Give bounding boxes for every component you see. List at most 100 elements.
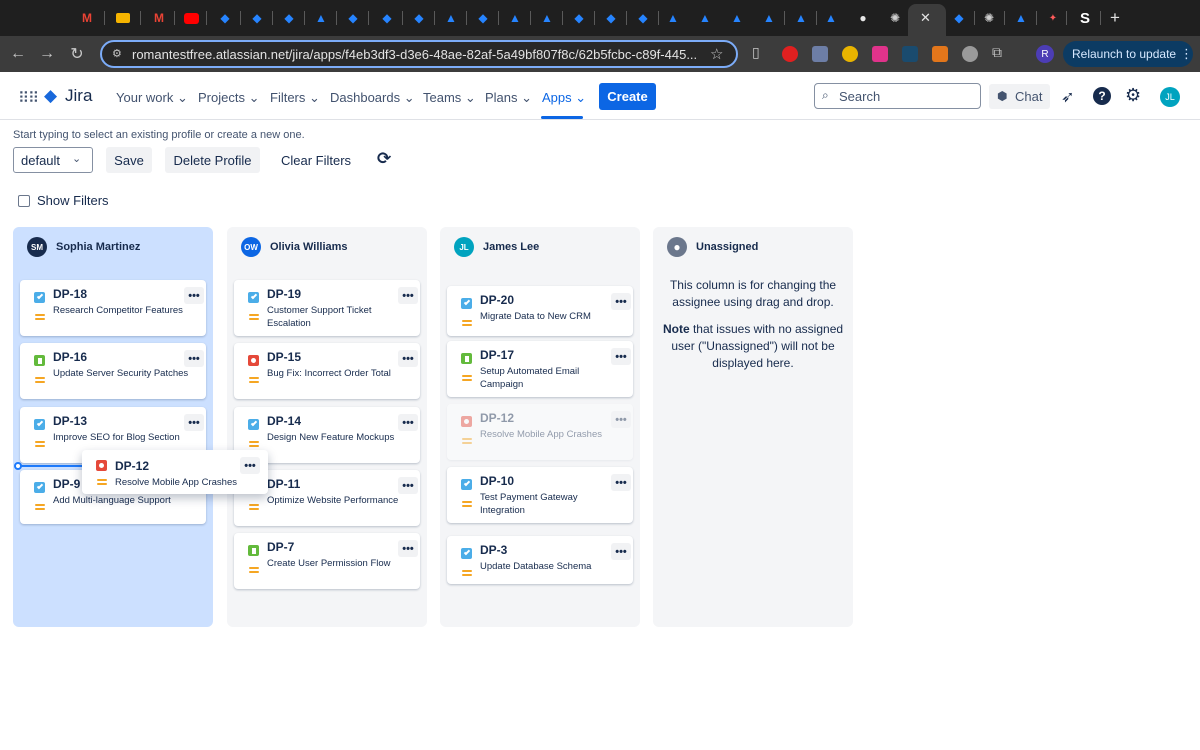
settings-gear-icon[interactable]: ⚙ [1125,85,1141,106]
card-more-actions-icon[interactable]: ••• [398,540,418,557]
issue-key[interactable]: DP-13 [53,414,87,428]
issue-card-placeholder[interactable]: DP-12 Resolve Mobile App Crashes ••• [447,404,633,460]
issue-card[interactable]: DP-17 Setup Automated Email Campaign ••• [447,341,633,397]
extension-icon[interactable] [782,46,798,62]
issue-key[interactable]: DP-17 [480,348,514,362]
dragging-issue-card[interactable]: DP-12 Resolve Mobile App Crashes ••• [82,450,268,494]
browser-profile-avatar[interactable]: R [1036,45,1054,63]
issue-card[interactable]: DP-3 Update Database Schema ••• [447,536,633,584]
card-more-actions-icon[interactable]: ••• [611,543,631,560]
card-more-actions-icon[interactable]: ••• [240,457,260,474]
card-more-actions-icon[interactable]: ••• [611,348,631,365]
card-more-actions-icon[interactable]: ••• [611,293,631,310]
issue-key[interactable]: DP-3 [480,543,507,557]
delete-profile-button[interactable]: Delete Profile [165,147,260,173]
issue-card[interactable]: DP-16 Update Server Security Patches ••• [20,343,206,399]
shield-extension-icon[interactable] [812,46,828,62]
jira-tab-icon[interactable]: ◆ [378,9,396,27]
nav-filters[interactable]: Filters ⌄ [270,90,320,106]
forward-arrow-icon[interactable]: → [37,44,57,64]
new-tab-icon[interactable]: + [1106,8,1124,27]
extensions-puzzle-icon[interactable]: ⧉ [992,44,1002,61]
record-extension-icon[interactable] [962,46,978,62]
issue-card[interactable]: DP-10 Test Payment Gateway Integration ••• [447,467,633,523]
card-more-actions-icon[interactable]: ••• [184,414,204,431]
card-more-actions-icon[interactable]: ••• [398,414,418,431]
card-more-actions-icon[interactable]: ••• [398,477,418,494]
jira-tab-icon[interactable]: ◆ [634,9,652,27]
atlassian-tab-icon[interactable]: ▲ [664,9,682,27]
atlassian-tab-icon[interactable]: ▲ [538,9,556,27]
issue-card[interactable]: DP-15 Bug Fix: Incorrect Order Total ••• [234,343,420,399]
issue-key[interactable]: DP-10 [480,474,514,488]
issue-key[interactable]: DP-18 [53,287,87,301]
jira-tab-icon[interactable]: ◆ [950,9,968,27]
bookmark-star-icon[interactable]: ☆ [710,45,723,63]
atlassian-tab-icon[interactable]: ▲ [506,9,524,27]
show-filters-toggle[interactable]: Show Filters [18,193,109,208]
active-tab[interactable]: ✕ [908,4,946,36]
issue-card[interactable]: DP-18 Research Competitor Features ••• [20,280,206,336]
atlassian-tab-icon[interactable]: ▲ [792,9,810,27]
nav-your-work[interactable]: Your work ⌄ [116,90,188,106]
issue-key[interactable]: DP-20 [480,293,514,307]
reload-icon[interactable]: ↻ [67,44,87,64]
jira-tab-icon[interactable]: ◆ [570,9,588,27]
github-tab-icon[interactable]: ● [854,9,872,27]
app-tab-icon[interactable]: ✦ [1044,9,1062,27]
jira-tab-icon[interactable]: ◆ [602,9,620,27]
coin-extension-icon[interactable] [842,46,858,62]
back-arrow-icon[interactable]: ← [8,44,28,64]
relaunch-button[interactable]: Relaunch to update ⋮ [1063,41,1193,67]
show-filters-checkbox[interactable] [18,194,30,207]
issue-card[interactable]: DP-7 Create User Permission Flow ••• [234,533,420,589]
issue-key[interactable]: DP-15 [267,350,301,364]
card-more-actions-icon[interactable]: ••• [611,411,631,428]
jira-tab-icon[interactable]: ◆ [474,9,492,27]
jira-logo-icon[interactable]: ◆ [44,86,57,106]
jira-tab-icon[interactable]: ◆ [410,9,428,27]
atlassian-tab-icon[interactable]: ▲ [728,9,746,27]
chat-button[interactable]: ⬢ Chat [989,84,1050,109]
atlassian-tab-icon[interactable]: ▲ [760,9,778,27]
youtube-tab-icon[interactable] [182,9,200,27]
app-switcher-icon[interactable]: ⠿⠿ [18,89,39,107]
issue-key[interactable]: DP-19 [267,287,301,301]
search-input[interactable]: ⌕ Search [814,83,981,109]
card-more-actions-icon[interactable]: ••• [184,350,204,367]
extension-icon[interactable] [872,46,888,62]
issue-key[interactable]: DP-12 [115,459,149,473]
s-tab-icon[interactable]: S [1076,9,1094,27]
clear-filters-button[interactable]: Clear Filters [276,147,356,173]
atlassian-tab-icon[interactable]: ▲ [442,9,460,27]
help-icon[interactable]: ? [1093,87,1111,105]
gmail-tab-icon[interactable]: M [78,9,96,27]
column-unassigned[interactable]: ● Unassigned This column is for changing… [653,227,853,627]
site-settings-icon[interactable]: ⚙ [112,47,122,60]
jira-tab-icon[interactable]: ◆ [280,9,298,27]
address-bar[interactable]: ⚙ romantestfree.atlassian.net/jira/apps/… [100,40,738,68]
nav-projects[interactable]: Projects ⌄ [198,90,259,106]
gmail-tab-icon[interactable]: M [150,9,168,27]
mail-tab-icon[interactable] [114,9,132,27]
save-button[interactable]: Save [106,147,152,173]
create-button[interactable]: Create [599,83,656,110]
notifications-rocket-icon[interactable]: ➶ [1061,87,1074,107]
nav-apps[interactable]: Apps ⌄ [542,90,586,106]
jira-logo-text[interactable]: Jira [65,86,92,106]
close-tab-icon[interactable]: ✕ [920,10,931,26]
nav-dashboards[interactable]: Dashboards ⌄ [330,90,415,106]
jira-tab-icon[interactable]: ◆ [216,9,234,27]
user-avatar[interactable]: JL [1160,87,1180,107]
openai-tab-icon[interactable]: ✺ [886,9,904,27]
card-more-actions-icon[interactable]: ••• [398,350,418,367]
nav-teams[interactable]: Teams ⌄ [423,90,476,106]
card-more-actions-icon[interactable]: ••• [184,287,204,304]
card-more-actions-icon[interactable]: ••• [398,287,418,304]
profile-select[interactable]: default ⌄ [13,147,93,173]
atlassian-tab-icon[interactable]: ▲ [1012,9,1030,27]
issue-key[interactable]: DP-14 [267,414,301,428]
react-devtools-icon[interactable] [902,46,918,62]
issue-card[interactable]: DP-19 Customer Support Ticket Escalation •… [234,280,420,336]
issue-key[interactable]: DP-7 [267,540,294,554]
